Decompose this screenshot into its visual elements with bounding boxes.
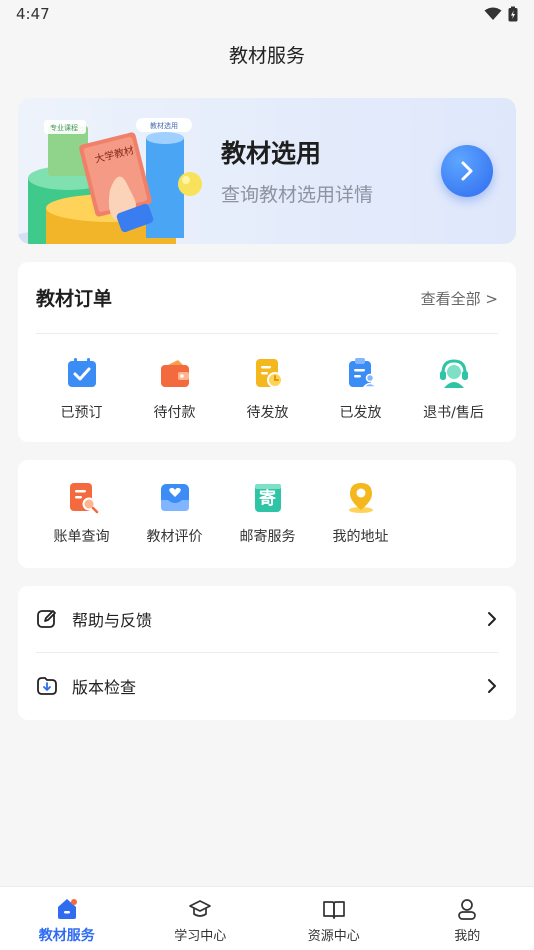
mail-glyph: 寄: [259, 489, 276, 509]
service-item-label: 邮寄服务: [239, 529, 296, 545]
tab-textbook-service[interactable]: 教材服务: [0, 887, 134, 950]
tab-mine[interactable]: 我的: [401, 887, 534, 950]
version-check-row[interactable]: 版本检查: [36, 653, 498, 719]
orders-title: 教材订单: [36, 288, 113, 310]
banner-go-button[interactable]: [441, 145, 493, 197]
calendar-check-icon: [67, 358, 96, 387]
wallet-icon: [160, 360, 189, 387]
service-item-mail[interactable]: 寄 邮寄服务: [221, 480, 314, 546]
order-item-label: 待发放: [246, 405, 289, 421]
chevron-right-icon: [488, 679, 496, 693]
page-title-bar: 教材服务: [0, 30, 534, 78]
home-icon: [57, 899, 77, 919]
service-item-label: 账单查询: [53, 529, 110, 545]
chevron-right-icon: [488, 612, 496, 626]
order-item-label: 已预订: [60, 405, 103, 421]
edit-icon: [37, 610, 56, 628]
bottom-tab-bar: 教材服务 学习中心 资源中心 我的: [0, 886, 534, 950]
graduation-cap-icon: [189, 900, 212, 917]
order-item-unpaid[interactable]: 待付款: [128, 356, 221, 422]
order-item-label: 退书/售后: [423, 405, 484, 421]
tab-label: 资源中心: [307, 929, 360, 944]
banner-title: 教材选用: [221, 139, 322, 168]
banner-tag-left: 专业课程: [50, 124, 78, 132]
settings-card: 帮助与反馈 版本检查: [18, 586, 516, 720]
banner-illustration: [18, 118, 202, 244]
services-icon-row: 账单查询 教材评价 寄 邮寄服务 我的地址: [35, 480, 407, 546]
tab-learning-center[interactable]: 学习中心: [134, 887, 268, 950]
page-title: 教材服务: [228, 44, 305, 67]
orders-card: 教材订单 查看全部 > 已预订 待付款 待发放 已发放 退书/售后: [18, 262, 516, 442]
user-icon: [458, 899, 477, 920]
service-item-address[interactable]: 我的地址: [314, 480, 407, 546]
location-pin-icon: [348, 483, 373, 513]
status-bar: 4:47: [0, 0, 534, 28]
download-icon: [37, 677, 57, 695]
book-open-icon: [322, 901, 345, 919]
order-item-issued[interactable]: 已发放: [314, 356, 407, 422]
chevron-right-icon: [461, 161, 473, 181]
help-feedback-label: 帮助与反馈: [72, 611, 153, 630]
banner-subtitle: 查询教材选用详情: [221, 184, 374, 206]
banner-textbook-selection[interactable]: 大学教材 专业课程 教材选用 教材选用 查询教材选用详情: [18, 98, 516, 244]
order-item-refund[interactable]: 退书/售后: [407, 356, 500, 422]
orders-view-all-link[interactable]: 查看全部 >: [421, 288, 498, 309]
tab-resource-center[interactable]: 资源中心: [267, 887, 401, 950]
tab-label: 学习中心: [174, 929, 227, 944]
order-item-pending-issue[interactable]: 待发放: [221, 356, 314, 422]
clock-document-icon: [255, 359, 283, 388]
orders-icon-row: 已预订 待付款 待发放 已发放 退书/售后: [35, 356, 500, 422]
mail-box-icon: 寄: [251, 480, 285, 514]
banner-tag-right: 教材选用: [150, 122, 178, 130]
bill-search-icon: [69, 483, 98, 514]
service-item-label: 我的地址: [332, 529, 389, 545]
order-item-label: 已发放: [339, 405, 382, 421]
battery-icon: [508, 6, 518, 22]
help-feedback-row[interactable]: 帮助与反馈: [36, 586, 498, 652]
tab-label: 教材服务: [38, 928, 95, 944]
status-icons: [484, 6, 518, 22]
status-time: 4:47: [16, 5, 50, 23]
wifi-icon: [484, 7, 502, 20]
divider: [36, 333, 498, 334]
version-check-label: 版本检查: [72, 678, 137, 697]
tab-label: 我的: [454, 929, 481, 944]
service-item-bill[interactable]: 账单查询: [35, 480, 128, 546]
heart-tray-icon: [160, 484, 189, 511]
headset-icon: [439, 359, 468, 388]
service-item-label: 教材评价: [146, 529, 203, 545]
clipboard-user-icon: [348, 358, 378, 388]
order-item-reserved[interactable]: 已预订: [35, 356, 128, 422]
order-item-label: 待付款: [153, 405, 196, 421]
services-card: 账单查询 教材评价 寄 邮寄服务 我的地址: [18, 460, 516, 568]
service-item-evaluation[interactable]: 教材评价: [128, 480, 221, 546]
